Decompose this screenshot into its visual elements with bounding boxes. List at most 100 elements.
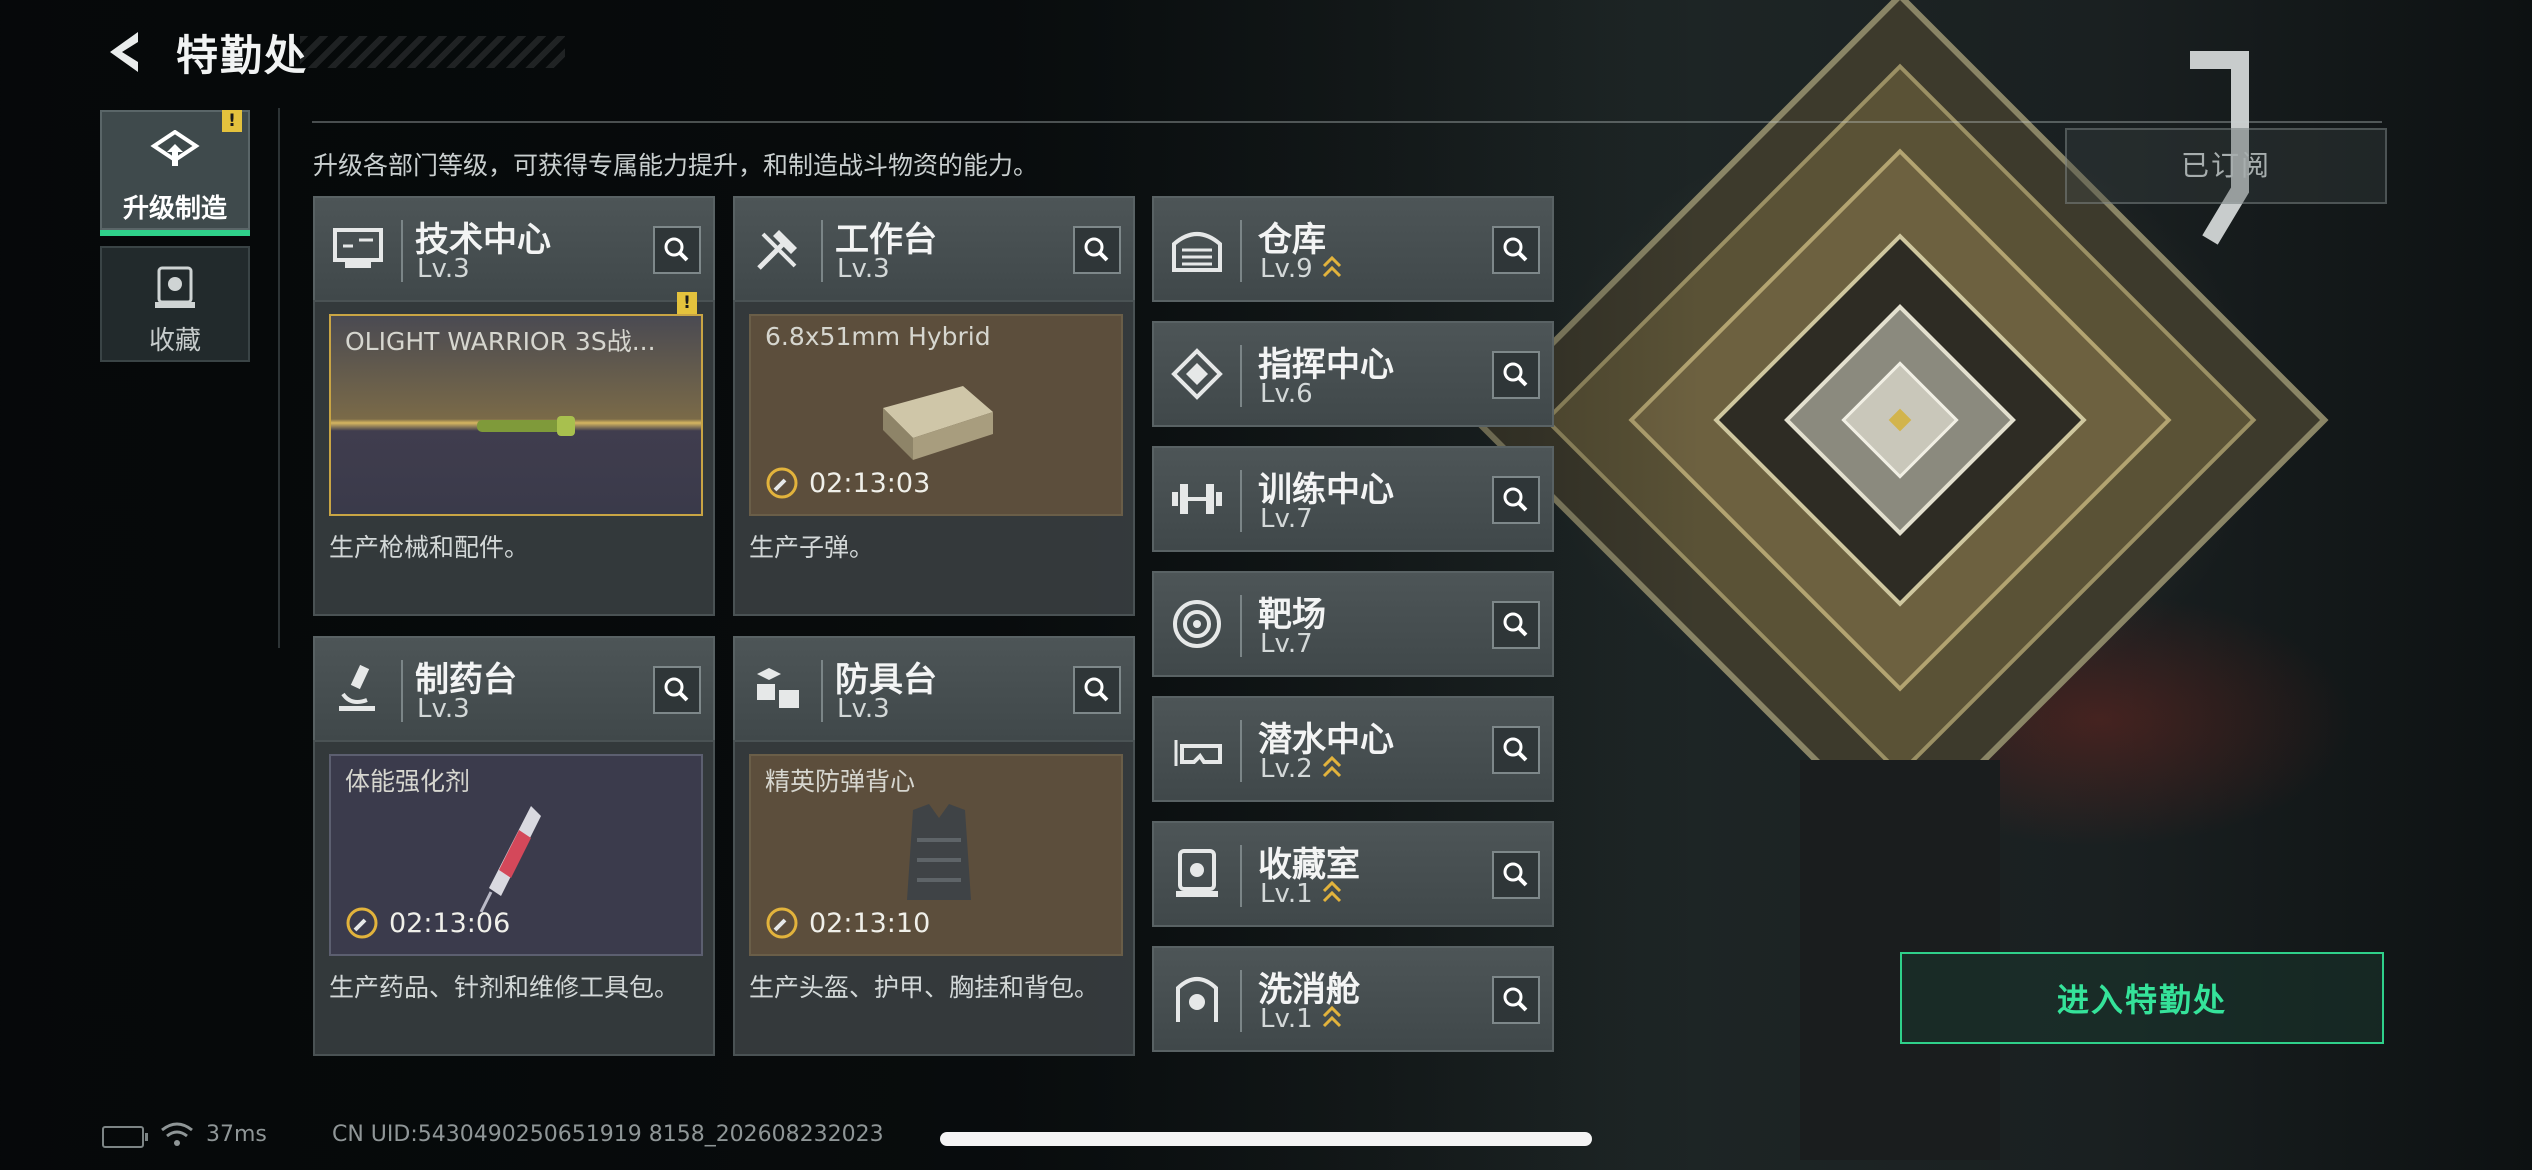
search-icon bbox=[1503, 737, 1528, 762]
facility-card-diving-center[interactable]: 潜水中心 Lv.2 bbox=[1152, 696, 1554, 802]
dive-mask-icon bbox=[1174, 740, 1222, 766]
timer-text: 02:13:06 bbox=[389, 908, 511, 939]
section-description: 升级各部门等级，可获得专属能力提升，和制造战斗物资的能力。 bbox=[313, 151, 1039, 180]
inspect-button[interactable] bbox=[1073, 666, 1121, 714]
alert-badge: ! bbox=[222, 110, 242, 132]
facility-level: Lv.7 bbox=[1260, 629, 1313, 659]
product-name: 6.8x51mm Hybrid bbox=[765, 322, 991, 351]
tab-upgrade-manufacture[interactable]: 升级制造 ! bbox=[100, 110, 250, 236]
warehouse-icon bbox=[1172, 232, 1222, 272]
inspect-button[interactable] bbox=[1492, 476, 1540, 524]
upgrade-icon bbox=[150, 130, 200, 166]
cubes-icon bbox=[757, 668, 799, 708]
tools-icon bbox=[757, 230, 797, 270]
production-panel-workbench[interactable]: 6.8x51mm Hybrid 02:13:03 生产子弹。 bbox=[733, 300, 1135, 616]
facility-card-pharmacy[interactable]: 制药台 Lv.3 bbox=[313, 636, 715, 742]
command-center-icon bbox=[1171, 348, 1223, 400]
collection-icon bbox=[155, 266, 195, 308]
facility-description: 生产头盔、护甲、胸挂和背包。 bbox=[749, 973, 1100, 1002]
divider bbox=[1240, 595, 1242, 657]
inspect-button[interactable] bbox=[1492, 601, 1540, 649]
production-panel-pharmacy[interactable]: 体能强化剂 02:13:06 生产药品、针剂和维修工具包。 bbox=[313, 740, 715, 1056]
back-arrow-icon[interactable] bbox=[98, 26, 150, 78]
upgrade-available-icon bbox=[1322, 1005, 1342, 1028]
product-slot[interactable]: OLIGHT WARRIOR 3S战... bbox=[329, 314, 703, 516]
tab-collection[interactable]: 收藏 bbox=[100, 246, 250, 362]
facility-card-workbench[interactable]: 工作台 Lv.3 bbox=[733, 196, 1135, 302]
facility-level: Lv.7 bbox=[1260, 504, 1313, 534]
active-tab-indicator bbox=[100, 230, 250, 236]
inspect-button[interactable] bbox=[1492, 226, 1540, 274]
inspect-button[interactable] bbox=[653, 226, 701, 274]
facility-level: Lv.9 bbox=[1260, 254, 1313, 284]
divider bbox=[312, 121, 2382, 123]
facility-card-decontamination[interactable]: 洗消舱 Lv.1 bbox=[1152, 946, 1554, 1052]
subscribed-button[interactable]: 已订阅 bbox=[2065, 128, 2387, 204]
dumbbell-icon bbox=[1172, 484, 1222, 514]
timer-text: 02:13:03 bbox=[809, 468, 931, 499]
computer-icon bbox=[333, 228, 383, 268]
product-slot[interactable]: 6.8x51mm Hybrid 02:13:03 bbox=[749, 314, 1123, 516]
inspect-button[interactable] bbox=[1492, 851, 1540, 899]
product-name: OLIGHT WARRIOR 3S战... bbox=[345, 327, 656, 356]
microscope-icon bbox=[339, 664, 375, 711]
inspect-button[interactable] bbox=[1492, 976, 1540, 1024]
flashlight-item-icon bbox=[477, 416, 575, 436]
divider bbox=[401, 220, 403, 282]
page-title: 特勤处 bbox=[176, 31, 309, 80]
product-slot[interactable]: 精英防弹背心 02:13:10 bbox=[749, 754, 1123, 956]
timer-text: 02:13:10 bbox=[809, 908, 931, 939]
upgrade-available-icon bbox=[1322, 255, 1342, 278]
vest-item-icon bbox=[907, 804, 971, 900]
tab-label: 收藏 bbox=[148, 326, 201, 356]
search-icon bbox=[1503, 487, 1528, 512]
home-indicator[interactable] bbox=[940, 1132, 1592, 1146]
divider bbox=[1240, 220, 1242, 282]
production-panel-armor-bench[interactable]: 精英防弹背心 02:13:10 生产头盔、护甲、胸挂和背包。 bbox=[733, 740, 1135, 1056]
inspect-button[interactable] bbox=[1492, 726, 1540, 774]
divider bbox=[1240, 720, 1242, 782]
divider bbox=[821, 660, 823, 722]
ping-readout: 37ms bbox=[206, 1122, 267, 1147]
facility-level: Lv.2 bbox=[1260, 754, 1313, 784]
facility-level: Lv.3 bbox=[417, 694, 470, 724]
upgrade-available-icon bbox=[1322, 880, 1342, 903]
product-slot[interactable]: 体能强化剂 02:13:06 bbox=[329, 754, 703, 956]
facility-description: 生产枪械和配件。 bbox=[329, 533, 530, 562]
facility-card-tech-center[interactable]: 技术中心 Lv.3 bbox=[313, 196, 715, 302]
production-panel-tech-center[interactable]: OLIGHT WARRIOR 3S战... ! 生产枪械和配件。 bbox=[313, 292, 715, 616]
inspect-button[interactable] bbox=[653, 666, 701, 714]
facility-level: Lv.3 bbox=[837, 694, 890, 724]
facility-card-shooting-range[interactable]: 靶场 Lv.7 bbox=[1152, 571, 1554, 677]
facility-description: 生产子弹。 bbox=[749, 533, 875, 562]
search-icon bbox=[664, 237, 689, 262]
facility-card-command-center[interactable]: 指挥中心 Lv.6 bbox=[1152, 321, 1554, 427]
facility-card-warehouse[interactable]: 仓库 Lv.9 bbox=[1152, 196, 1554, 302]
product-name: 精英防弹背心 bbox=[765, 767, 916, 796]
wrench-clock-icon bbox=[766, 907, 798, 939]
user-uid: CN UID:5430490250651919 8158_20260823202… bbox=[332, 1122, 884, 1147]
search-icon bbox=[1084, 237, 1109, 262]
upgrade-available-icon bbox=[1322, 755, 1342, 778]
divider bbox=[278, 108, 280, 648]
facility-level: Lv.3 bbox=[837, 254, 890, 284]
divider bbox=[1240, 345, 1242, 407]
inspect-button[interactable] bbox=[1492, 351, 1540, 399]
facility-card-collection-room[interactable]: 收藏室 Lv.1 bbox=[1152, 821, 1554, 927]
facility-card-training-center[interactable]: 训练中心 Lv.7 bbox=[1152, 446, 1554, 552]
enter-special-ops-button[interactable]: 进入特勤处 bbox=[1900, 952, 2384, 1044]
divider bbox=[1240, 470, 1242, 532]
facility-card-armor-bench[interactable]: 防具台 Lv.3 bbox=[733, 636, 1135, 742]
target-icon bbox=[1173, 600, 1221, 648]
title-decoration bbox=[300, 36, 565, 68]
decontamination-icon bbox=[1176, 977, 1218, 1022]
product-name: 体能强化剂 bbox=[345, 767, 471, 796]
facility-level: Lv.1 bbox=[1260, 879, 1313, 909]
inspect-button[interactable] bbox=[1073, 226, 1121, 274]
search-icon bbox=[1503, 612, 1528, 637]
facility-level: Lv.1 bbox=[1260, 1004, 1313, 1034]
syringe-item-icon bbox=[479, 806, 541, 913]
search-icon bbox=[664, 677, 689, 702]
divider bbox=[1240, 970, 1242, 1032]
facility-level: Lv.3 bbox=[417, 254, 470, 284]
